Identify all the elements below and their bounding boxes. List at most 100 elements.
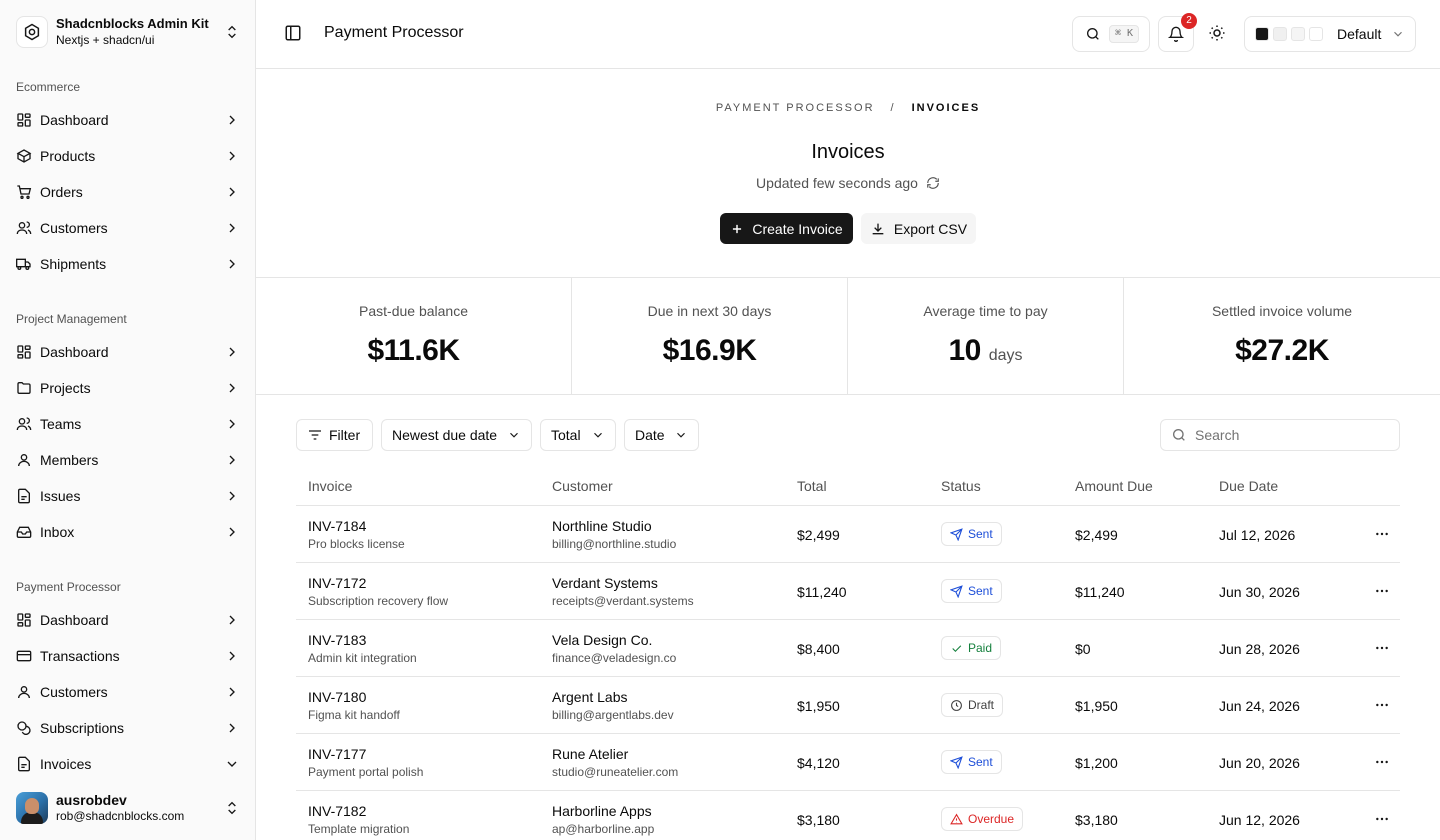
more-horizontal-icon[interactable] — [1374, 526, 1390, 542]
sidebar-item-shipments[interactable]: Shipments — [8, 248, 248, 280]
sidebar-item-invoices[interactable]: Invoices — [8, 748, 248, 780]
nav-group-label: Ecommerce — [16, 80, 81, 94]
status-badge: Sent — [941, 750, 1002, 774]
table-row[interactable]: INV-7184 Pro blocks license Northline Stud… — [296, 506, 1400, 563]
stats-row: Past-due balance $11.6K Due in next 30 d… — [256, 278, 1440, 395]
sun-icon[interactable] — [1208, 24, 1228, 44]
status-label: Overdue — [968, 812, 1015, 826]
chevron-right-icon — [224, 684, 240, 700]
more-horizontal-icon[interactable] — [1374, 640, 1390, 656]
stat-card: Due in next 30 days $16.9K — [572, 278, 848, 394]
sidebar-item-dashboard[interactable]: Dashboard — [8, 604, 248, 636]
chevron-right-icon — [224, 184, 240, 200]
amount-due: $0 — [1075, 641, 1091, 657]
sidebar-item-orders[interactable]: Orders — [8, 176, 248, 208]
more-horizontal-icon[interactable] — [1374, 583, 1390, 599]
users-icon — [16, 220, 32, 236]
chevron-down-icon — [507, 428, 521, 442]
date-select[interactable]: Date — [624, 419, 699, 451]
invoice-total: $3,180 — [797, 812, 840, 828]
invoice-id[interactable]: INV-7180 — [308, 689, 366, 705]
table-row[interactable]: INV-7172 Subscription recovery flow Verdan… — [296, 563, 1400, 620]
table-row[interactable]: INV-7183 Admin kit integration Vela Design… — [296, 620, 1400, 677]
truck-icon — [16, 256, 32, 272]
due-date: Jun 12, 2026 — [1219, 812, 1300, 828]
sidebar-item-customers[interactable]: Customers — [8, 676, 248, 708]
column-header[interactable]: Invoice — [308, 478, 352, 494]
table-row[interactable]: INV-7180 Figma kit handoff Argent Labs bill… — [296, 677, 1400, 734]
more-horizontal-icon[interactable] — [1374, 811, 1390, 827]
table-row[interactable]: INV-7182 Template migration Harborline App… — [296, 791, 1400, 840]
sidebar-toggle-icon[interactable] — [284, 24, 304, 44]
stat-value: $11.6K — [367, 334, 460, 367]
invoice-id[interactable]: INV-7172 — [308, 575, 366, 591]
sidebar-item-projects[interactable]: Projects — [8, 372, 248, 404]
sort-select[interactable]: Newest due date — [381, 419, 532, 451]
customer-email: billing@northline.studio — [552, 537, 677, 551]
breadcrumb-parent[interactable]: PAYMENT PROCESSOR — [716, 102, 875, 114]
sidebar-item-teams[interactable]: Teams — [8, 408, 248, 440]
theme-swatch — [1273, 27, 1287, 41]
export-csv-button[interactable]: Export CSV — [861, 213, 976, 244]
table-search[interactable] — [1160, 419, 1400, 451]
search-input[interactable] — [1195, 427, 1385, 443]
invoice-id[interactable]: INV-7183 — [308, 632, 366, 648]
sidebar-item-label: Transactions — [40, 648, 120, 664]
sidebar-item-inbox[interactable]: Inbox — [8, 516, 248, 548]
sidebar-item-customers[interactable]: Customers — [8, 212, 248, 244]
stat-label: Average time to pay — [923, 303, 1048, 319]
sidebar-item-label: Dashboard — [40, 612, 109, 628]
team-switcher[interactable]: Shadcnblocks Admin Kit Nextjs + shadcn/u… — [8, 8, 248, 56]
invoice-description: Payment portal polish — [308, 765, 424, 779]
grid-icon — [16, 344, 32, 360]
invoice-id[interactable]: INV-7177 — [308, 746, 366, 762]
sidebar-item-members[interactable]: Members — [8, 444, 248, 476]
column-header[interactable]: Due Date — [1219, 478, 1278, 494]
refresh-icon[interactable] — [926, 176, 940, 190]
invoice-id[interactable]: INV-7184 — [308, 518, 366, 534]
sidebar-item-subscriptions[interactable]: Subscriptions — [8, 712, 248, 744]
stat-value: $16.9K — [662, 334, 757, 367]
grid-icon — [16, 612, 32, 628]
sidebar: Shadcnblocks Admin Kit Nextjs + shadcn/u… — [0, 0, 256, 840]
total-select[interactable]: Total — [540, 419, 616, 451]
invoice-total: $4,120 — [797, 755, 840, 771]
column-header[interactable]: Customer — [552, 478, 613, 494]
breadcrumb: PAYMENT PROCESSOR / INVOICES — [256, 102, 1440, 114]
user-email: rob@shadcnblocks.com — [56, 809, 185, 823]
breadcrumb-separator: / — [890, 102, 896, 114]
overdue-icon — [950, 813, 963, 826]
sidebar-item-products[interactable]: Products — [8, 140, 248, 172]
sidebar-item-transactions[interactable]: Transactions — [8, 640, 248, 672]
more-horizontal-icon[interactable] — [1374, 697, 1390, 713]
theme-select[interactable]: Default — [1244, 16, 1416, 52]
nav-group-label: Project Management — [16, 312, 127, 326]
filter-label: Filter — [329, 427, 361, 443]
chevron-right-icon — [224, 344, 240, 360]
paid-icon — [950, 642, 963, 655]
more-horizontal-icon[interactable] — [1374, 754, 1390, 770]
user-menu[interactable]: ausrobdev rob@shadcnblocks.com — [8, 784, 248, 832]
sidebar-item-dashboard[interactable]: Dashboard — [8, 104, 248, 136]
table-row[interactable]: INV-7177 Payment portal polish Rune Atelie… — [296, 734, 1400, 791]
customer-name: Rune Atelier — [552, 746, 629, 762]
sidebar-item-issues[interactable]: Issues — [8, 480, 248, 512]
column-header[interactable]: Amount Due — [1075, 478, 1153, 494]
column-header[interactable]: Status — [941, 478, 981, 494]
sidebar-item-label: Dashboard — [40, 344, 109, 360]
status-label: Draft — [968, 698, 995, 712]
create-invoice-button[interactable]: Create Invoice — [720, 213, 853, 244]
notifications-button[interactable]: 2 — [1158, 13, 1197, 52]
sidebar-item-dashboard[interactable]: Dashboard — [8, 336, 248, 368]
team-name: Shadcnblocks Admin Kit — [56, 16, 209, 31]
stat-unit: days — [988, 347, 1023, 364]
column-header[interactable]: Total — [797, 478, 827, 494]
filter-button[interactable]: Filter — [296, 419, 373, 451]
invoice-total: $8,400 — [797, 641, 840, 657]
invoice-id[interactable]: INV-7182 — [308, 803, 366, 819]
amount-due: $3,180 — [1075, 812, 1118, 828]
chevron-down-icon — [1391, 27, 1405, 41]
due-date: Jun 24, 2026 — [1219, 698, 1300, 714]
search-button[interactable]: ⌘ K — [1072, 16, 1150, 52]
chevron-right-icon — [224, 220, 240, 236]
